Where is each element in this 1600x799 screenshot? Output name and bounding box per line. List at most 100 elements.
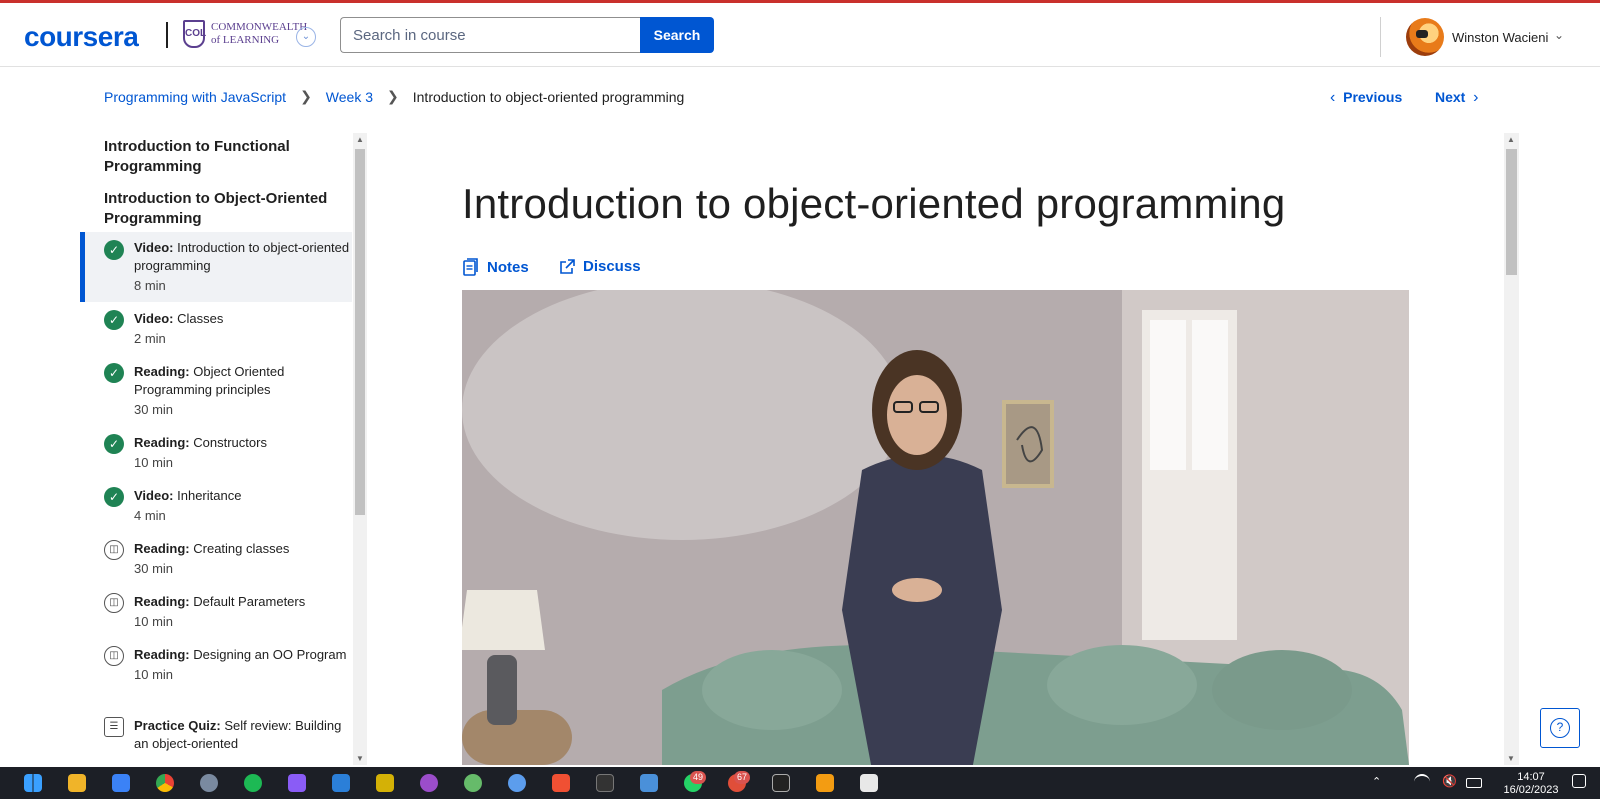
previous-button[interactable]: ‹ Previous [1330,89,1402,107]
checkmark-icon: ✓ [104,310,124,330]
sidebar-scrollbar[interactable]: ▲ ▼ [353,133,367,765]
sidebar-item-oop-principles[interactable]: ✓ Reading: Object Oriented Programming p… [80,363,352,419]
windows-start-icon[interactable] [24,774,42,792]
item-duration: 8 min [134,278,166,293]
content-scrollbar-thumb[interactable] [1506,149,1517,275]
app-icon[interactable] [816,774,834,792]
git-icon[interactable] [552,774,570,792]
taskbar-clock[interactable]: 14:07 16/02/2023 [1496,771,1566,797]
calendar-icon[interactable] [112,774,130,792]
sidebar-item-inheritance[interactable]: ✓ Video: Inheritance 4 min [80,487,352,525]
item-title: Inheritance [177,488,242,503]
item-duration: 4 min [134,508,166,523]
sidebar-item-classes[interactable]: ✓ Video: Classes 2 min [80,310,352,348]
item-title: Constructors [193,435,267,450]
user-menu-chevron-icon[interactable]: ⌄ [1554,28,1564,42]
sidebar-item-intro-oop[interactable]: ✓ Video: Introduction to object-oriented… [80,232,352,302]
partner-dropdown-chevron-icon[interactable]: ⌄ [296,27,316,47]
video-player[interactable] [462,290,1409,765]
scroll-up-icon[interactable]: ▲ [353,135,367,144]
page-title: Introduction to object-oriented programm… [462,180,1286,227]
scroll-down-icon[interactable]: ▼ [353,754,367,763]
external-link-icon [560,258,575,274]
book-icon: ◫ [104,646,124,666]
breadcrumb: Programming with JavaScript ❯ Week 3 ❯ I… [104,88,684,105]
checkmark-icon: ✓ [104,487,124,507]
breadcrumb-current: Introduction to object-oriented programm… [412,88,685,105]
app-icon[interactable] [464,774,482,792]
previous-label: Previous [1343,89,1403,105]
chevron-right-icon: ❯ [387,88,399,104]
vscode-icon[interactable] [332,774,350,792]
user-divider [1380,17,1381,57]
notes-icon [463,258,478,276]
item-title: Default Parameters [193,594,306,609]
notification-badge: 67 [734,771,751,784]
app-icon[interactable] [288,774,306,792]
photos-icon[interactable] [640,774,658,792]
clock-date: 16/02/2023 [1503,784,1559,796]
sidebar-item-designing-oo[interactable]: ◫ Reading: Designing an OO Program 10 mi… [80,646,352,684]
partner-name-line2: of LEARNING [211,34,280,46]
settings-gear-icon[interactable] [200,774,218,792]
app-icon[interactable] [860,774,878,792]
logo-divider [166,22,168,48]
help-button[interactable]: ? [1540,708,1580,748]
item-duration: 10 min [134,455,174,470]
sidebar-scrollbar-thumb[interactable] [355,149,365,515]
partner-name-line1: COMMONWEALTH [211,21,308,33]
coursera-logo[interactable]: coursera [24,21,139,53]
partner-crest-icon: COL [183,20,206,48]
spotify-icon[interactable] [244,774,262,792]
checkmark-icon: ✓ [104,363,124,383]
search-input[interactable] [340,17,640,53]
discuss-label: Discuss [583,258,641,275]
partner-logo[interactable]: COL COMMONWEALTH of LEARNING [183,20,307,48]
chevron-up-icon[interactable]: ⌃ [1372,775,1386,789]
chevron-right-icon: › [1473,89,1479,106]
item-title: Creating classes [193,541,290,556]
avatar[interactable] [1406,18,1444,56]
whatsapp-badge: 49 [690,771,707,784]
battery-icon[interactable] [1466,778,1482,788]
section-title-functional[interactable]: Introduction to Functional Programming [104,137,344,177]
scroll-down-icon[interactable]: ▼ [1504,754,1518,763]
chrome-icon[interactable] [156,774,174,792]
checkmark-icon: ✓ [104,240,124,260]
sidebar-item-creating-classes[interactable]: ◫ Reading: Creating classes 30 min [80,540,352,578]
item-duration: 2 min [134,331,166,346]
question-icon: ? [1550,718,1570,738]
next-button[interactable]: Next › [1435,89,1478,107]
sidebar-item-default-parameters[interactable]: ◫ Reading: Default Parameters 10 min [80,593,352,631]
quiz-icon: ☰ [104,717,124,737]
clock-time: 14:07 [1517,771,1545,783]
discuss-button[interactable]: Discuss [559,258,641,275]
scroll-up-icon[interactable]: ▲ [1504,135,1518,144]
section-title-oop[interactable]: Introduction to Object-Oriented Programm… [104,189,344,229]
item-duration: 30 min [134,402,174,417]
app-icon[interactable] [772,774,790,792]
terminal-icon[interactable] [596,774,614,792]
breadcrumb-week-link[interactable]: Week 3 [326,89,373,105]
app-icon[interactable] [420,774,438,792]
notifications-icon[interactable] [1572,774,1586,788]
notes-button[interactable]: Notes [463,258,529,276]
file-explorer-icon[interactable] [68,774,86,792]
chevron-left-icon: ‹ [1330,89,1336,106]
content-scrollbar[interactable]: ▲ ▼ [1504,133,1519,765]
item-duration: 10 min [134,614,174,629]
speaker-muted-icon[interactable]: 🔇 [1442,774,1460,792]
app-icon[interactable] [376,774,394,792]
wifi-icon[interactable] [1414,774,1430,790]
user-name[interactable]: Winston Wacieni [1452,30,1548,45]
item-duration: 10 min [134,667,174,682]
sidebar-item-practice-quiz[interactable]: ☰ Practice Quiz: Self review: Building a… [80,717,352,753]
video-frame [462,290,1409,765]
book-icon: ◫ [104,540,124,560]
course-outline-sidebar: Introduction to Functional Programming I… [80,133,364,765]
search-button[interactable]: Search [640,17,714,53]
top-bar: coursera COL COMMONWEALTH of LEARNING ⌄ … [0,0,1600,67]
app-icon[interactable] [508,774,526,792]
breadcrumb-course-link[interactable]: Programming with JavaScript [104,89,286,105]
sidebar-item-constructors[interactable]: ✓ Reading: Constructors 10 min [80,434,352,472]
